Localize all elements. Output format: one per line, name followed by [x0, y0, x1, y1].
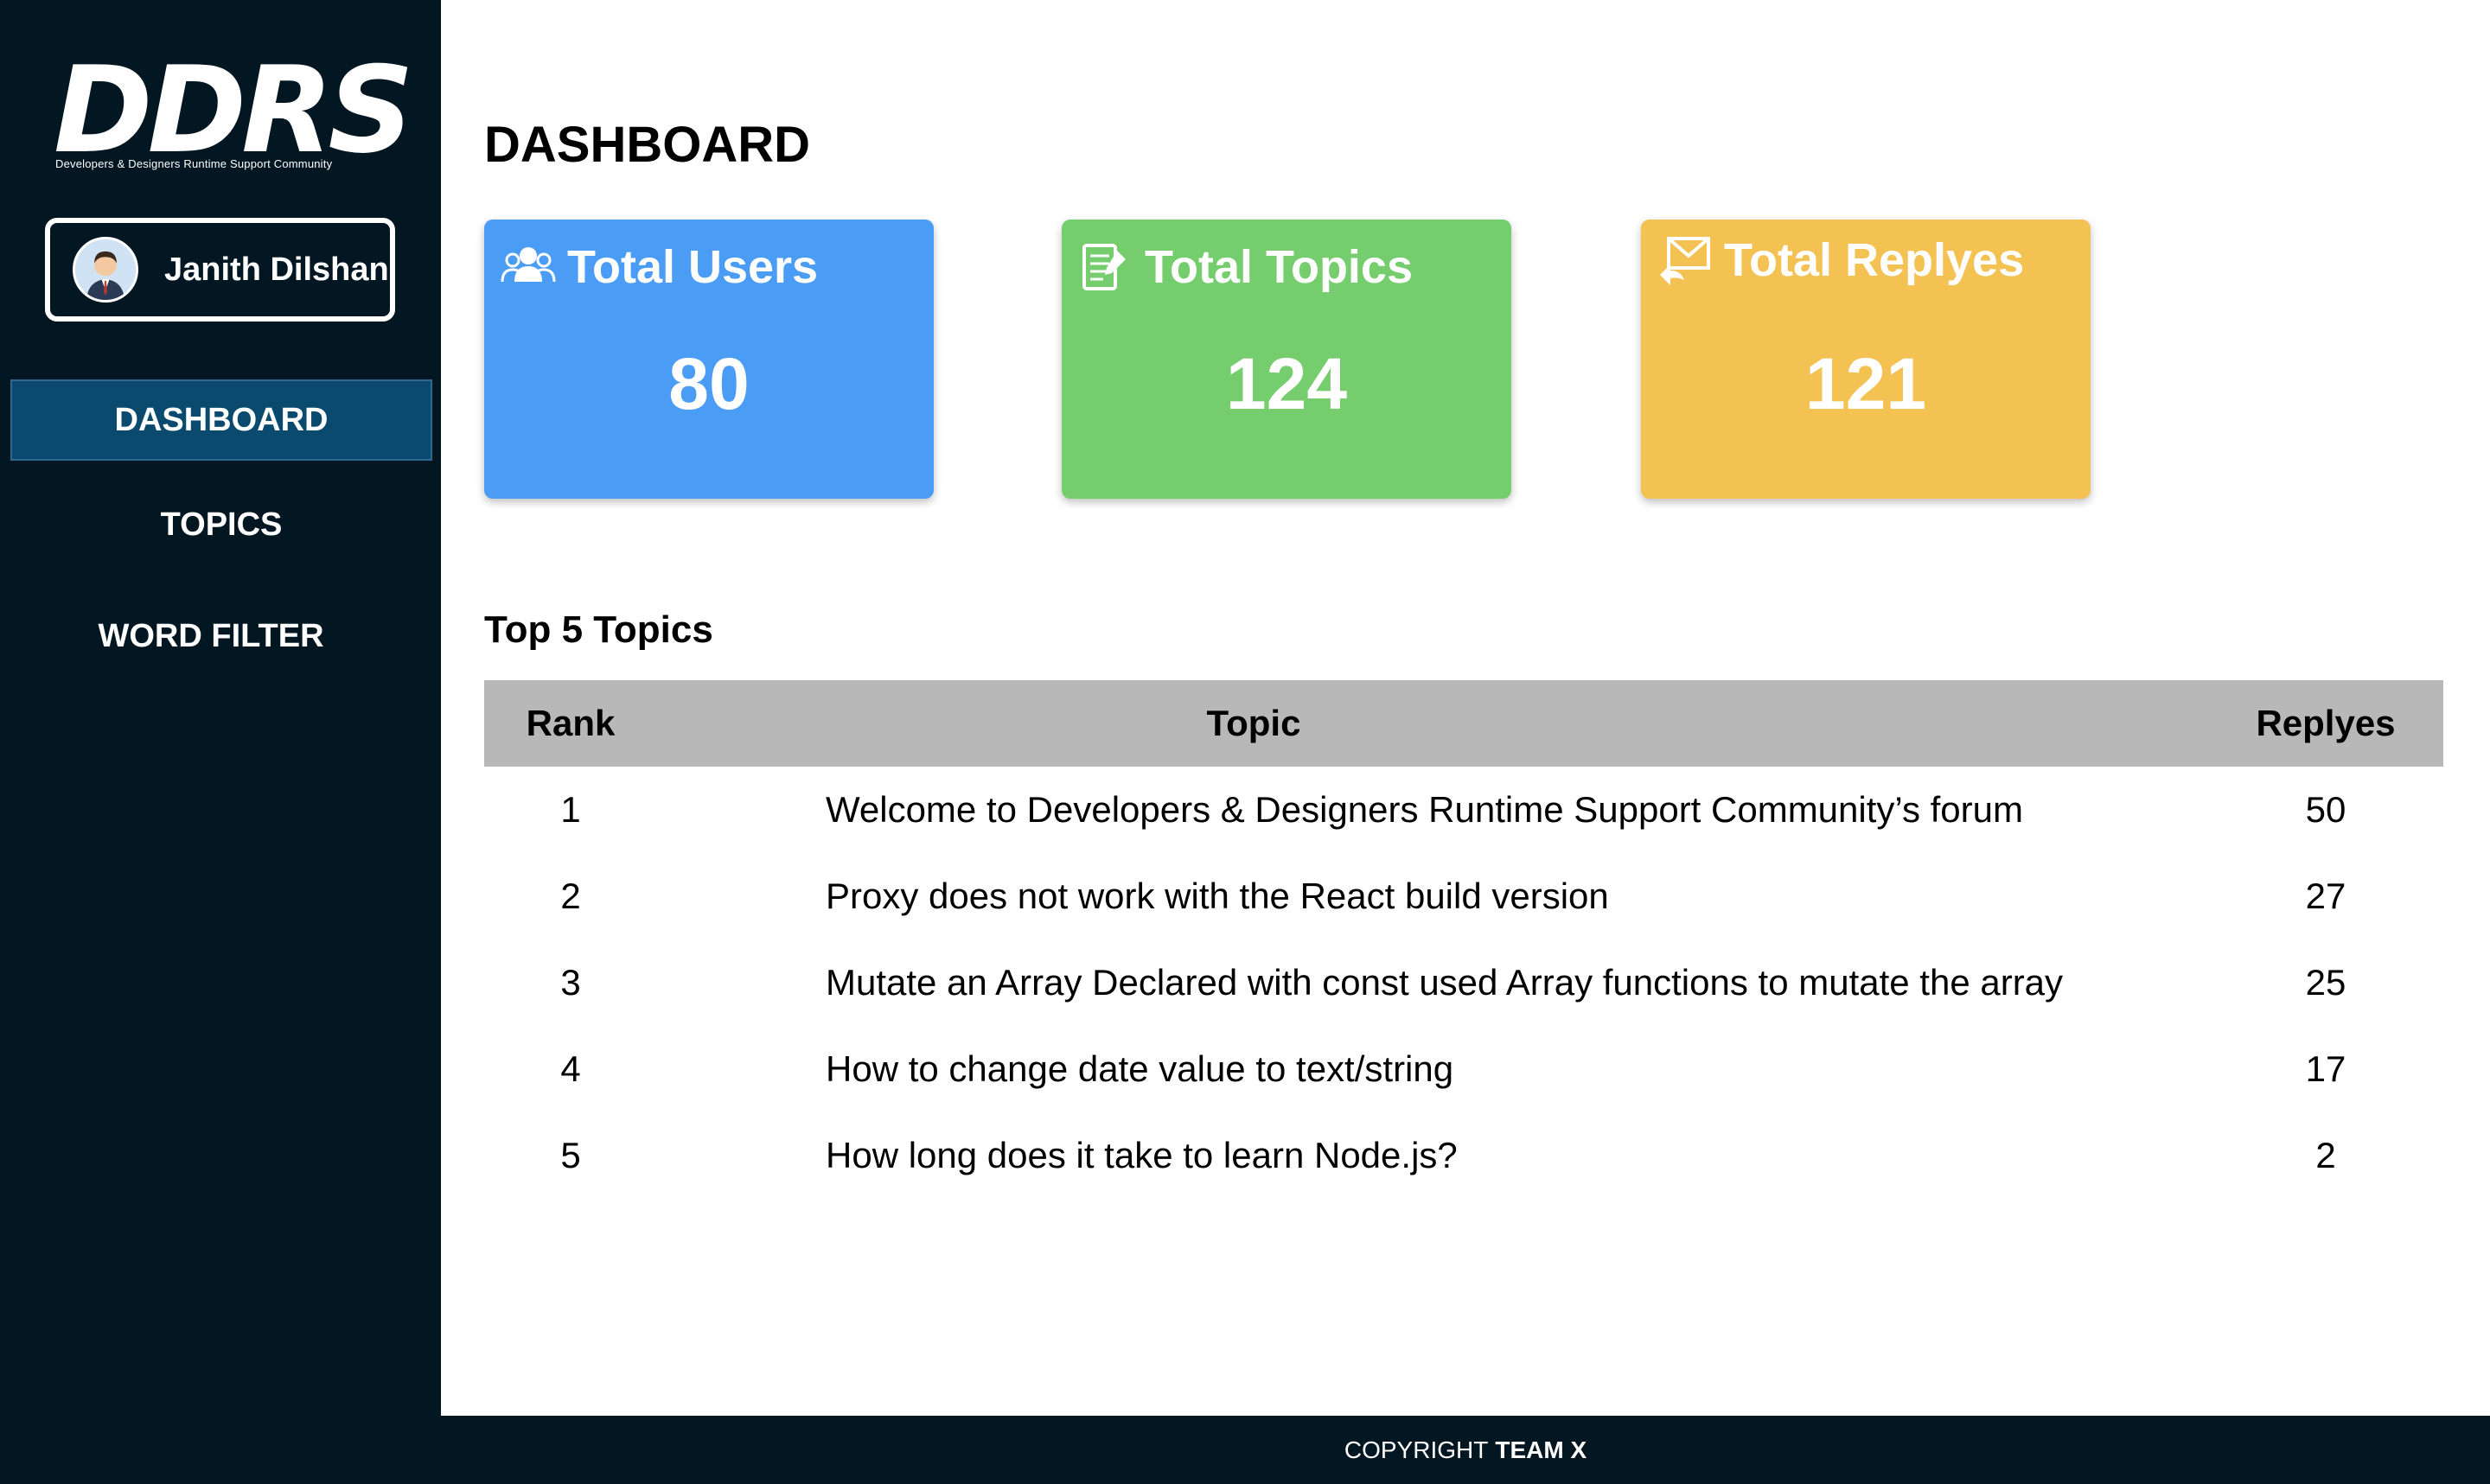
document-icon: [1077, 239, 1134, 296]
cell-replies: 50: [2305, 789, 2346, 830]
cell-topic[interactable]: Mutate an Array Declared with const used…: [826, 939, 2226, 1026]
user-avatar-icon: [75, 239, 136, 300]
footer: COPYRIGHT TEAM X: [441, 1416, 2490, 1484]
card-value: 121: [1804, 343, 1927, 424]
cell-replies: 27: [2305, 876, 2346, 916]
card-label: Total Topics: [1145, 241, 1413, 293]
logo-subtitle: Developers & Designers Runtime Support C…: [55, 157, 333, 170]
users-icon: [500, 239, 557, 296]
header-rank[interactable]: Rank: [484, 680, 657, 767]
cell-replies: 17: [2305, 1048, 2346, 1089]
total-users-card[interactable]: Total Users 80: [484, 220, 934, 499]
cell-topic[interactable]: Welcome to Developers & Designers Runtim…: [826, 767, 2226, 853]
card-header: Total Topics: [1077, 239, 1413, 296]
header-topic[interactable]: Topic: [1150, 680, 1357, 767]
cell-replies: 2: [2315, 1135, 2336, 1175]
copyright-text: COPYRIGHT: [1344, 1436, 1489, 1463]
table-row[interactable]: 4 How to change date value to text/strin…: [484, 1026, 2443, 1112]
table-row[interactable]: 2 Proxy does not work with the React bui…: [484, 853, 2443, 939]
table-row[interactable]: 1 Welcome to Developers & Designers Runt…: [484, 767, 2443, 853]
header-replies[interactable]: Replyes: [2231, 680, 2421, 767]
sidebar: DDRS Developers & Designers Runtime Supp…: [0, 0, 441, 1484]
team-name: TEAM X: [1495, 1436, 1587, 1463]
cell-rank: 1: [560, 789, 581, 830]
brand-logo[interactable]: DDRS Developers & Designers Runtime Supp…: [54, 50, 414, 180]
cell-rank: 3: [560, 962, 581, 1003]
top-topics-table: Rank Topic Replyes 1 Welcome to Develope…: [484, 680, 2443, 1199]
cell-topic[interactable]: How to change date value to text/string: [826, 1026, 2226, 1112]
card-header: Total Users: [500, 239, 818, 296]
cell-topic[interactable]: Proxy does not work with the React build…: [826, 853, 2226, 939]
card-value: 80: [668, 343, 750, 424]
card-label: Total Users: [567, 241, 819, 293]
nav-item-topics[interactable]: TOPICS: [10, 484, 432, 565]
page-title: DASHBOARD: [484, 117, 810, 173]
user-name: Janith Dilshan: [164, 251, 389, 288]
total-topics-card[interactable]: Total Topics 124: [1062, 220, 1511, 499]
top-topics-title: Top 5 Topics: [484, 608, 713, 651]
cell-topic[interactable]: How long does it take to learn Node.js?: [826, 1112, 2226, 1199]
table-row[interactable]: 3 Mutate an Array Declared with const us…: [484, 939, 2443, 1026]
logo-text: DDRS: [54, 41, 414, 180]
card-value: 124: [1225, 343, 1348, 424]
avatar: [73, 237, 138, 303]
user-profile-box[interactable]: Janith Dilshan: [45, 218, 395, 322]
nav-item-word-filter[interactable]: WORD FILTER: [0, 596, 422, 677]
cell-replies: 25: [2305, 962, 2346, 1003]
mail-reply-icon: [1657, 232, 1714, 289]
nav-item-dashboard[interactable]: DASHBOARD: [10, 379, 432, 461]
cell-rank: 2: [560, 876, 581, 916]
cell-rank: 5: [560, 1135, 581, 1175]
card-header: Total Replyes: [1657, 232, 2024, 289]
table-row[interactable]: 5 How long does it take to learn Node.js…: [484, 1112, 2443, 1199]
card-label: Total Replyes: [1724, 234, 2025, 286]
cell-rank: 4: [560, 1048, 581, 1089]
total-replies-card[interactable]: Total Replyes 121: [1641, 220, 2091, 499]
table-header: Rank Topic Replyes: [484, 680, 2443, 767]
